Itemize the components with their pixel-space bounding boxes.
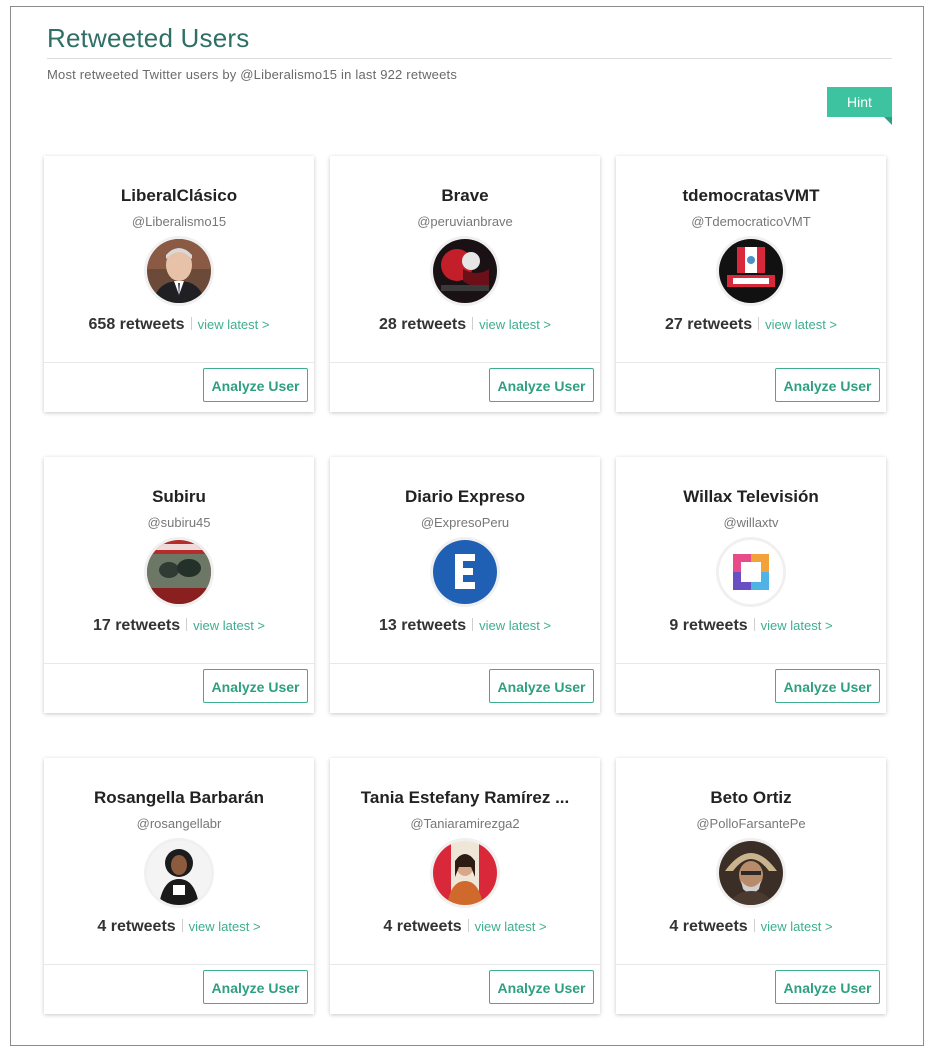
stat-separator <box>467 919 469 932</box>
retweet-stats: 13 retweets view latest > <box>330 617 600 635</box>
user-name: Rosangella Barbarán <box>93 788 265 807</box>
user-handle: @subiru45 <box>147 515 211 530</box>
stat-separator <box>753 618 755 631</box>
woman-portrait-avatar <box>147 841 211 905</box>
stat-separator <box>758 317 760 330</box>
retweet-count: 9 retweets <box>669 617 748 634</box>
retweet-count: 13 retweets <box>378 617 467 634</box>
analyze-user-button[interactable]: Analyze User <box>203 368 308 402</box>
retweet-stats: 9 retweets view latest > <box>616 617 886 635</box>
user-handle: @TdemocraticoVMT <box>691 214 811 229</box>
retweet-stats: 27 retweets view latest > <box>616 316 886 334</box>
user-card: Beto Ortiz @PolloFarsantePe 4 retweets vi… <box>616 758 886 1014</box>
stat-separator <box>190 317 192 330</box>
user-handle: @PolloFarsantePe <box>696 816 806 831</box>
analyze-user-button[interactable]: Analyze User <box>203 970 308 1004</box>
man-feather-headdress-avatar <box>719 841 783 905</box>
user-handle: @ExpresoPeru <box>420 515 510 530</box>
hint-tail-shape <box>884 117 892 125</box>
title-divider <box>47 58 892 59</box>
retweet-count: 28 retweets <box>378 316 467 333</box>
retweet-count: 17 retweets <box>92 617 181 634</box>
card-divider <box>616 663 886 664</box>
retweet-stats: 4 retweets view latest > <box>616 918 886 936</box>
group-photo-avatar <box>147 540 211 604</box>
stat-separator <box>181 919 183 932</box>
view-latest-link[interactable]: view latest > <box>475 919 547 934</box>
stat-separator <box>472 317 474 330</box>
user-name: Subiru <box>152 487 206 506</box>
user-name: Brave <box>441 186 489 205</box>
user-name: Tania Estefany Ramírez ... <box>360 788 570 807</box>
hint-label: Hint <box>847 94 872 110</box>
view-latest-link[interactable]: view latest > <box>189 919 261 934</box>
analyze-user-button[interactable]: Analyze User <box>203 669 308 703</box>
card-divider <box>616 362 886 363</box>
card-divider <box>44 362 314 363</box>
user-handle: @willaxtv <box>723 515 779 530</box>
page-subtitle: Most retweeted Twitter users by @Liberal… <box>47 67 458 82</box>
analyze-user-button[interactable]: Analyze User <box>489 970 594 1004</box>
analyze-user-button[interactable]: Analyze User <box>489 669 594 703</box>
user-card: Diario Expreso @ExpresoPeru 13 retweets v… <box>330 457 600 713</box>
retweet-stats: 4 retweets view latest > <box>44 918 314 936</box>
card-divider <box>330 362 600 363</box>
view-latest-link[interactable]: view latest > <box>193 618 265 633</box>
user-handle: @Taniaramirezga2 <box>410 816 520 831</box>
user-card: Tania Estefany Ramírez ... @Taniaramirez… <box>330 758 600 1014</box>
user-name: LiberalClásico <box>120 186 238 205</box>
user-name: Beto Ortiz <box>710 788 792 807</box>
user-card: Brave @peruvianbrave 28 retweets view lat… <box>330 156 600 412</box>
card-divider <box>616 964 886 965</box>
retweet-count: 4 retweets <box>97 918 176 935</box>
stat-separator <box>472 618 474 631</box>
retweet-count: 4 retweets <box>383 918 462 935</box>
card-divider <box>44 964 314 965</box>
view-latest-link[interactable]: view latest > <box>761 919 833 934</box>
analyze-user-button[interactable]: Analyze User <box>775 970 880 1004</box>
retweet-count: 658 retweets <box>88 316 185 333</box>
user-handle: @rosangellabr <box>136 816 222 831</box>
view-latest-link[interactable]: view latest > <box>479 618 551 633</box>
woman-flag-portrait-avatar <box>433 841 497 905</box>
dark-red-graphic-avatar <box>433 239 497 303</box>
user-name: Willax Televisión <box>683 487 819 506</box>
page-title: Retweeted Users <box>47 23 250 53</box>
view-latest-link[interactable]: view latest > <box>198 317 270 332</box>
retweeted-users-panel: Retweeted Users Most retweeted Twitter u… <box>10 6 924 1046</box>
analyze-user-button[interactable]: Analyze User <box>775 669 880 703</box>
card-divider <box>44 663 314 664</box>
retweet-stats: 4 retweets view latest > <box>330 918 600 936</box>
peru-flag-logo-avatar <box>719 239 783 303</box>
card-divider <box>330 964 600 965</box>
retweet-stats: 658 retweets view latest > <box>44 316 314 334</box>
user-handle: @peruvianbrave <box>417 214 513 229</box>
user-name: tdemocratasVMT <box>682 186 820 205</box>
hint-button[interactable]: Hint <box>827 87 892 125</box>
user-name: Diario Expreso <box>405 487 525 506</box>
view-latest-link[interactable]: view latest > <box>761 618 833 633</box>
retweet-count: 4 retweets <box>669 918 748 935</box>
view-latest-link[interactable]: view latest > <box>765 317 837 332</box>
expreso-e-logo-avatar <box>433 540 497 604</box>
user-card: Willax Televisión @willaxtv 9 retweets vi… <box>616 457 886 713</box>
stat-separator <box>753 919 755 932</box>
user-card: Subiru @subiru45 17 retweets view latest … <box>44 457 314 713</box>
retweet-stats: 28 retweets view latest > <box>330 316 600 334</box>
user-card: LiberalClásico @Liberalismo15 658 retwee… <box>44 156 314 412</box>
user-card: tdemocratasVMT @TdemocraticoVMT 27 retwe… <box>616 156 886 412</box>
user-handle: @Liberalismo15 <box>131 214 227 229</box>
stat-separator <box>186 618 188 631</box>
card-divider <box>330 663 600 664</box>
retweet-stats: 17 retweets view latest > <box>44 617 314 635</box>
retweet-count: 27 retweets <box>664 316 753 333</box>
analyze-user-button[interactable]: Analyze User <box>489 368 594 402</box>
portrait-man-suit-avatar <box>147 239 211 303</box>
user-card: Rosangella Barbarán @rosangellabr 4 retw… <box>44 758 314 1014</box>
view-latest-link[interactable]: view latest > <box>479 317 551 332</box>
analyze-user-button[interactable]: Analyze User <box>775 368 880 402</box>
willax-square-logo-avatar <box>719 540 783 604</box>
